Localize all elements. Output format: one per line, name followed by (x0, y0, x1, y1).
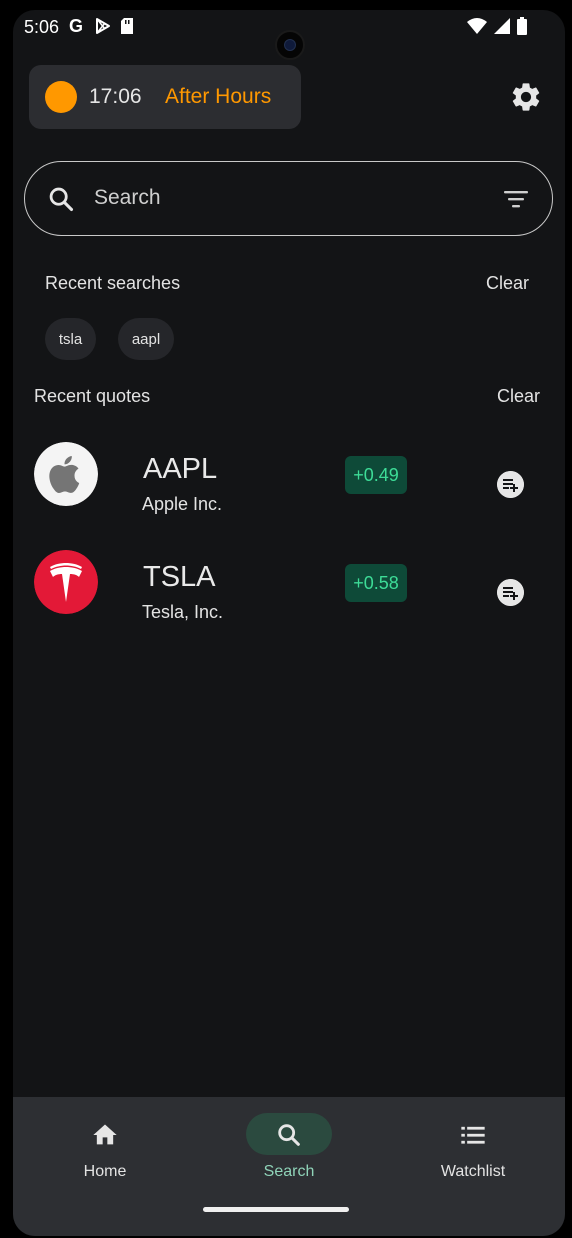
home-icon (93, 1124, 117, 1145)
wifi-icon (467, 18, 487, 34)
apple-logo (34, 442, 98, 506)
nav-label-watchlist: Watchlist (440, 1163, 506, 1180)
signal-icon (494, 18, 510, 34)
quote-change-badge: +0.58 (345, 564, 407, 602)
search-bar[interactable] (24, 161, 553, 236)
nav-label-search: Search (263, 1163, 315, 1180)
svg-text:G: G (69, 17, 83, 35)
nav-item-search[interactable]: Search (197, 1097, 381, 1207)
recent-search-chip[interactable]: tsla (45, 318, 96, 360)
search-input[interactable] (94, 186, 474, 210)
battery-icon (517, 17, 527, 35)
nav-item-home[interactable]: Home (13, 1097, 197, 1207)
quote-row-tsla[interactable]: TSLA Tesla, Inc. +0.58 (13, 533, 565, 633)
search-icon (278, 1124, 300, 1146)
nav-item-watchlist[interactable]: Watchlist (381, 1097, 565, 1207)
play-store-icon (96, 18, 110, 34)
tesla-logo (34, 550, 98, 614)
add-to-watchlist-icon[interactable] (497, 471, 524, 498)
market-time: 17:06 (89, 85, 142, 108)
market-session-label: After Hours (165, 85, 272, 108)
status-right-icons (467, 17, 527, 35)
clear-recent-quotes-button[interactable]: Clear (497, 386, 540, 407)
app-screen: 5:06 G 17:06 After Hours Search Recent s… (13, 10, 565, 1236)
search-icon (49, 187, 74, 212)
market-status-dot (45, 81, 77, 113)
front-camera (275, 30, 305, 60)
sd-card-icon (121, 18, 133, 34)
status-left-icons: G (68, 17, 134, 35)
status-time: 5:06 (24, 17, 60, 37)
filter-icon[interactable] (503, 188, 529, 210)
recent-searches-title: Recent searches (45, 273, 181, 293)
google-icon: G (69, 17, 83, 35)
quote-ticker: TSLA (143, 561, 216, 593)
clear-recent-searches-button[interactable]: Clear (486, 273, 529, 294)
bottom-navigation: Home Search Watchlist (13, 1097, 565, 1236)
settings-gear-icon[interactable] (509, 80, 543, 114)
recent-search-chip[interactable]: aapl (118, 318, 174, 360)
market-status-pill[interactable]: 17:06 After Hours (29, 65, 301, 129)
quote-ticker: AAPL (143, 453, 218, 485)
quote-company-name: Tesla, Inc. (142, 602, 224, 622)
quote-change-badge: +0.49 (345, 456, 407, 494)
add-to-watchlist-icon[interactable] (497, 579, 524, 606)
recent-quotes-title: Recent quotes (34, 386, 151, 406)
gesture-home-indicator[interactable] (203, 1207, 349, 1212)
quote-company-name: Apple Inc. (142, 494, 223, 514)
quote-row-aapl[interactable]: AAPL Apple Inc. +0.49 (13, 425, 565, 525)
list-icon (461, 1126, 485, 1144)
nav-label-home: Home (83, 1163, 127, 1180)
